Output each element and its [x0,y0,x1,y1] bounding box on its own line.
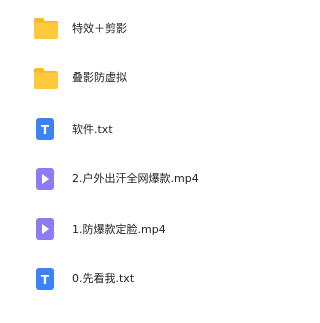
text-file-icon: T [36,118,60,144]
file-name: 叠影防虚拟 [72,71,127,84]
file-row-txt-software[interactable]: T 软件.txt [0,108,259,154]
file-name: 0.先看我.txt [72,272,135,285]
file-name: 软件.txt [72,123,113,136]
file-name: 1.防爆款定脸.mp4 [72,223,166,236]
file-row-mp4-face[interactable]: 1.防爆款定脸.mp4 [0,207,259,253]
video-file-icon [36,168,60,194]
folder-icon [33,16,58,42]
folder-icon [33,66,58,92]
video-file-icon [36,218,60,244]
file-name: 特效＋剪影 [72,22,127,35]
text-file-icon: T [36,268,60,294]
file-list: 特效＋剪影 叠影防虚拟 T 软件.txt 2.户外出汗全网爆款.mp4 1.防爆… [0,0,259,323]
file-row-txt-readme[interactable]: T 0.先看我.txt [0,257,259,303]
file-row-folder-overlay[interactable]: 叠影防虚拟 [0,54,259,100]
svg-text:T: T [41,123,50,137]
file-row-folder-effects[interactable]: 特效＋剪影 [0,6,259,52]
svg-text:T: T [41,273,50,287]
file-name: 2.户外出汗全网爆款.mp4 [72,172,199,185]
file-row-mp4-outdoor[interactable]: 2.户外出汗全网爆款.mp4 [0,157,259,203]
